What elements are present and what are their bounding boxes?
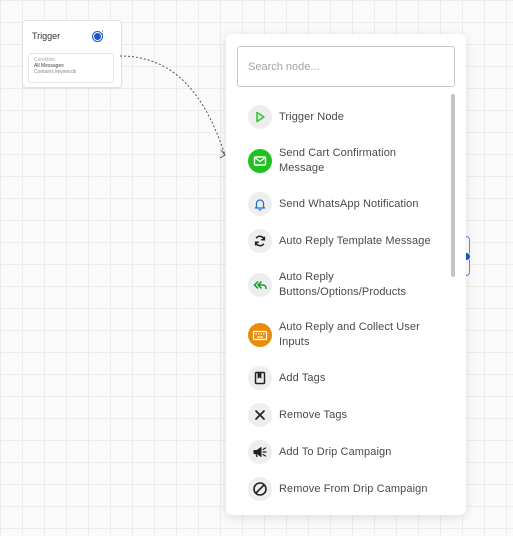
- reply-all-icon: [248, 273, 272, 297]
- refresh-icon: [248, 229, 272, 253]
- node-option-send-cart-confirmation[interactable]: Send Cart Confirmation Message: [248, 146, 444, 176]
- node-option-auto-reply-collect-inputs[interactable]: Auto Reply and Collect User Inputs: [248, 320, 444, 350]
- envelope-icon: [248, 149, 272, 173]
- node-option-auto-reply-buttons[interactable]: Auto Reply Buttons/Options/Products: [248, 270, 444, 300]
- node-option-label: Send Cart Confirmation Message: [279, 147, 397, 174]
- node-option-label: Auto Reply Template Message: [279, 234, 431, 247]
- node-option-label: Remove Tags: [279, 408, 348, 421]
- block-icon: [248, 477, 272, 501]
- node-option-label: Auto Reply and Collect User Inputs: [279, 321, 420, 348]
- node-option-remove-drip-campaign[interactable]: Remove From Drip Campaign: [248, 477, 444, 501]
- node-option-auto-reply-template[interactable]: Auto Reply Template Message: [248, 229, 444, 253]
- node-option-trigger[interactable]: Trigger Node: [248, 105, 444, 129]
- node-option-label: Add Tags: [279, 371, 326, 384]
- node-option-label: Remove From Drip Campaign: [279, 482, 428, 495]
- keyboard-icon: [248, 323, 272, 347]
- node-option-add-drip-campaign[interactable]: Add To Drip Campaign: [248, 440, 444, 464]
- close-icon: [248, 403, 272, 427]
- node-option-label: Trigger Node: [279, 110, 344, 123]
- node-option-label: Send WhatsApp Notification: [279, 197, 419, 210]
- node-picker-popup: Trigger Node Send Cart Confirmation Mess…: [226, 34, 466, 515]
- bell-icon: [248, 192, 272, 216]
- picker-scrollbar[interactable]: [451, 94, 455, 277]
- node-option-label: Add To Drip Campaign: [279, 445, 392, 458]
- node-option-add-tags[interactable]: Add Tags: [248, 366, 444, 390]
- tag-icon: [248, 366, 272, 390]
- node-option-remove-tags[interactable]: Remove Tags: [248, 403, 444, 427]
- megaphone-icon: [248, 440, 272, 464]
- node-option-label: Auto Reply Buttons/Options/Products: [279, 271, 407, 298]
- node-option-send-whatsapp-notification[interactable]: Send WhatsApp Notification: [248, 192, 444, 216]
- play-icon: [248, 105, 272, 129]
- search-node-input[interactable]: [237, 46, 455, 87]
